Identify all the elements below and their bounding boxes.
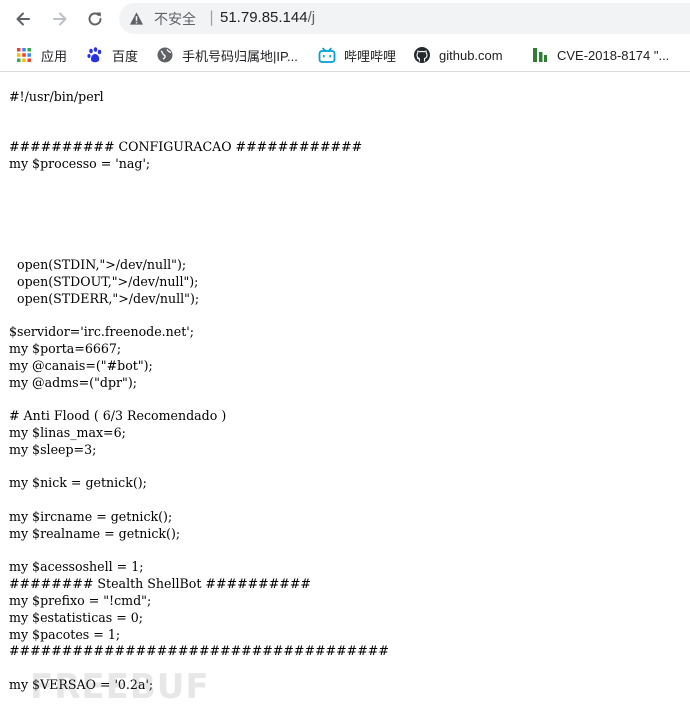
url-text[interactable]: 51.79.85.144/j [220, 9, 315, 26]
perl-source-text: #!/usr/bin/perl ########## CONFIGURACAO … [9, 89, 389, 692]
url-path: /j [307, 9, 316, 26]
address-bar[interactable]: 不安全 | 51.79.85.144/j [119, 3, 690, 34]
back-button[interactable] [11, 7, 35, 31]
github-icon [414, 47, 430, 63]
bookmark-apps[interactable]: 应用 [15, 45, 67, 65]
browser-toolbar: 不安全 | 51.79.85.144/j [0, 0, 690, 38]
baidu-paw-icon [87, 47, 102, 63]
bookmark-label: 百度 [112, 48, 139, 64]
url-host: 51.79.85.144 [220, 9, 308, 26]
bookmark-label: github.com [439, 47, 503, 63]
bookmark-label: 应用 [41, 48, 68, 64]
bookmark-label: 哔哩哔哩 [344, 48, 397, 64]
bookmark-cve[interactable]: CVE-2018-8174 "... [531, 45, 669, 65]
reload-icon [88, 12, 102, 26]
cve-green-icon [533, 48, 547, 62]
bookmark-baidu[interactable]: 百度 [86, 45, 138, 65]
arrow-left-icon [16, 12, 30, 26]
bookmark-github[interactable]: github.com [413, 45, 503, 65]
bookmark-bilibili[interactable]: 哔哩哔哩 [318, 45, 396, 65]
bookmark-phone-lookup[interactable]: 手机号码归属地|IP... [156, 45, 298, 65]
page-content: #!/usr/bin/perl ########## CONFIGURACAO … [0, 73, 690, 710]
globe-icon [157, 47, 173, 63]
bookmarks-bar: 应用 百度 手机号码归属地|IP... 哔哩哔哩 github.com CVE-… [0, 38, 690, 72]
arrow-right-icon [53, 12, 67, 26]
warning-triangle-icon[interactable] [129, 11, 144, 26]
forward-button[interactable] [48, 7, 72, 31]
freebuf-watermark: FREEBUF [30, 667, 210, 707]
url-separator: | [209, 8, 215, 26]
apps-grid-icon [17, 48, 31, 62]
bookmark-label: CVE-2018-8174 "... [557, 47, 670, 63]
bookmark-label: 手机号码归属地|IP... [182, 48, 298, 64]
bilibili-tv-icon [318, 47, 336, 63]
reload-button[interactable] [83, 7, 107, 31]
insecure-label[interactable]: 不安全 [154, 9, 196, 29]
